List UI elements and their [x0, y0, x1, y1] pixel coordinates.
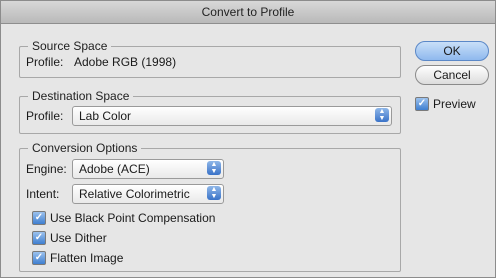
- black-point-compensation-checkbox[interactable]: ✓ Use Black Point Compensation: [32, 211, 215, 225]
- destination-profile-label: Profile:: [26, 109, 64, 123]
- flatten-image-checkbox[interactable]: ✓ Flatten Image: [32, 251, 123, 265]
- use-dither-checkbox[interactable]: ✓ Use Dither: [32, 231, 107, 245]
- intent-value: Relative Colorimetric: [79, 187, 190, 201]
- engine-label: Engine:: [26, 162, 67, 176]
- conversion-options-group: Conversion Options Engine: Adobe (ACE) ▲…: [19, 141, 401, 272]
- checkmark-icon: ✓: [32, 211, 46, 225]
- destination-space-legend: Destination Space: [28, 89, 134, 103]
- intent-label: Intent:: [26, 187, 60, 201]
- conversion-options-legend: Conversion Options: [28, 141, 142, 155]
- ok-button[interactable]: OK: [415, 41, 489, 61]
- checkmark-icon: ✓: [32, 231, 46, 245]
- preview-label: Preview: [433, 97, 476, 111]
- engine-value: Adobe (ACE): [79, 162, 150, 176]
- checkmark-icon: ✓: [32, 251, 46, 265]
- engine-select[interactable]: Adobe (ACE) ▲ ▼: [72, 159, 224, 179]
- source-profile-label: Profile:: [26, 55, 64, 69]
- source-space-group: Source Space Profile: Adobe RGB (1998): [19, 39, 401, 78]
- source-space-legend: Source Space: [28, 39, 112, 53]
- convert-to-profile-dialog: Convert to Profile Source Space Profile:…: [0, 0, 496, 278]
- preview-checkbox[interactable]: ✓ Preview: [415, 97, 476, 111]
- use-dither-label: Use Dither: [50, 231, 107, 245]
- destination-profile-select[interactable]: Lab Color ▲ ▼: [72, 106, 392, 126]
- up-down-arrows-icon: ▲ ▼: [207, 161, 221, 175]
- up-down-arrows-icon: ▲ ▼: [207, 186, 221, 200]
- flatten-image-label: Flatten Image: [50, 251, 124, 265]
- source-profile-value: Adobe RGB (1998): [74, 55, 177, 69]
- black-point-compensation-label: Use Black Point Compensation: [50, 211, 216, 225]
- cancel-button[interactable]: Cancel: [415, 65, 489, 85]
- up-down-arrows-icon: ▲ ▼: [375, 108, 389, 122]
- destination-profile-value: Lab Color: [79, 109, 132, 123]
- checkmark-icon: ✓: [415, 97, 429, 111]
- dialog-title: Convert to Profile: [1, 1, 495, 24]
- destination-space-group: Destination Space Profile: Lab Color ▲ ▼: [19, 89, 401, 134]
- intent-select[interactable]: Relative Colorimetric ▲ ▼: [72, 184, 224, 204]
